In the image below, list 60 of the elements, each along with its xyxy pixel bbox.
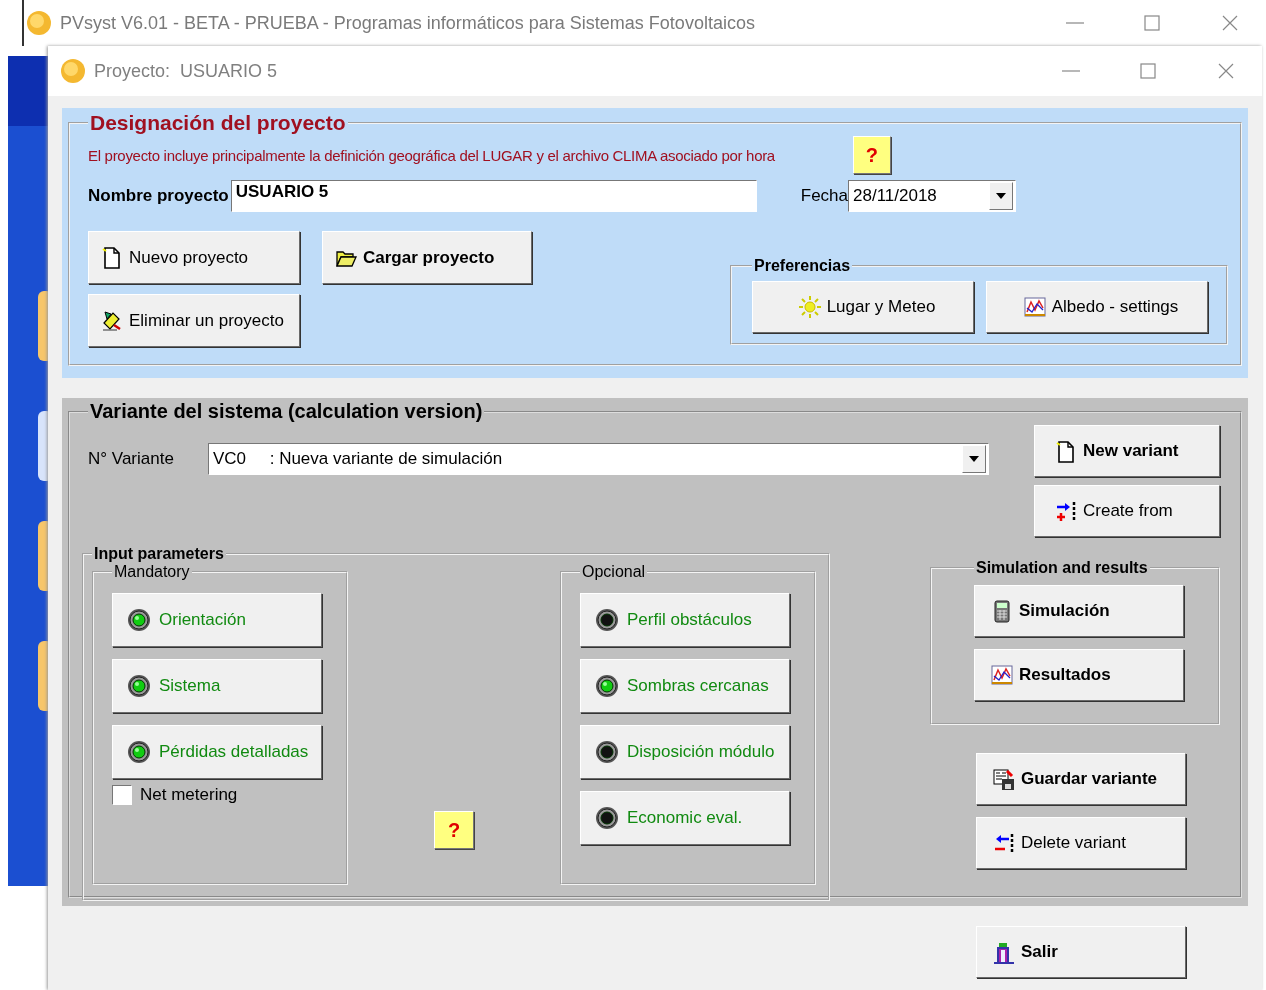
group-label: Simulation and results [975, 559, 1149, 577]
action-button[interactable]: Nuevo proyecto [88, 231, 300, 284]
checkbox[interactable] [112, 785, 132, 805]
variant-dropdown[interactable]: VC0 : Nueva variante de simulación [208, 443, 989, 475]
description-text: El proyecto incluye principalmente la definición geográfica del LUGAR y el archivo CLIMA asociado por hora [88, 146, 775, 164]
close-icon [1220, 13, 1240, 33]
maximize-icon [1142, 13, 1162, 33]
parameter-button[interactable]: Sistema [112, 659, 322, 713]
floppy-icon [993, 767, 1015, 791]
action-button[interactable]: Cargar proyecto [322, 231, 532, 284]
parameter-button[interactable]: Pérdidas detalladas [112, 725, 322, 779]
action-button[interactable]: Eliminar un proyecto [88, 294, 300, 347]
group-label: Preferencias [753, 257, 852, 275]
parameter-button[interactable]: Disposición módulo [580, 725, 790, 779]
arrows-icon [993, 831, 1015, 855]
calculator-icon [991, 599, 1013, 623]
group-label: Variante del sistema (calculation version) [89, 400, 484, 423]
dropdown-arrow-icon [996, 193, 1006, 199]
field-label: Fecha [800, 186, 848, 206]
parameter-button[interactable]: Economic eval. [580, 791, 790, 845]
door-icon [993, 940, 1015, 964]
window-title: Proyecto: USUARIO 5 [94, 60, 278, 82]
action-button[interactable]: Resultados [974, 649, 1184, 701]
checkbox-label: Net metering [140, 785, 238, 805]
app-logo-icon [26, 10, 52, 36]
close-icon [1216, 61, 1236, 81]
minimize-icon [1066, 22, 1084, 24]
parameter-button[interactable]: Sombras cercanas [580, 659, 790, 713]
group-label: Designación del proyecto [89, 111, 347, 135]
chart-icon [1023, 295, 1046, 319]
action-button[interactable]: Delete variant [976, 817, 1186, 869]
group-label: Input parameters [93, 545, 225, 563]
group-label: Mandatory [113, 563, 191, 581]
project-name-field[interactable]: USUARIO 5 [230, 180, 757, 212]
action-button[interactable]: Lugar y Meteo [752, 281, 974, 333]
minimize-icon [1062, 70, 1080, 72]
date-dropdown[interactable]: 28/11/2018 [848, 180, 1016, 212]
action-button[interactable]: Albedo - settings [986, 281, 1208, 333]
parameter-button[interactable]: Orientación [112, 593, 322, 647]
document-icon [1055, 439, 1077, 463]
help-button[interactable]: ? [434, 811, 474, 849]
document-icon [101, 246, 123, 269]
sun-icon [798, 295, 821, 319]
field-label: N° Variante [88, 449, 175, 469]
group-label: Opcional [581, 563, 647, 581]
broom-icon [101, 309, 123, 332]
maximize-icon [1138, 61, 1158, 81]
parameter-button[interactable]: Perfil obstáculos [580, 593, 790, 647]
window-title: PVsyst V6.01 - BETA - PRUEBA - Programas informáticos para Sistemas Fotovoltaicos [60, 12, 755, 34]
help-button[interactable]: ? [852, 136, 891, 174]
chart-icon [991, 663, 1013, 687]
arrows-icon [1055, 499, 1077, 523]
action-button[interactable]: New variant [1034, 425, 1220, 477]
field-label: Nombre proyecto [88, 186, 229, 206]
action-button[interactable]: Salir [976, 926, 1186, 978]
action-button[interactable]: Simulación [974, 585, 1184, 637]
action-button[interactable]: Create from [1034, 485, 1220, 537]
dropdown-arrow-icon [969, 456, 979, 462]
app-logo-icon [60, 58, 86, 84]
action-button[interactable]: Guardar variante [976, 753, 1186, 805]
